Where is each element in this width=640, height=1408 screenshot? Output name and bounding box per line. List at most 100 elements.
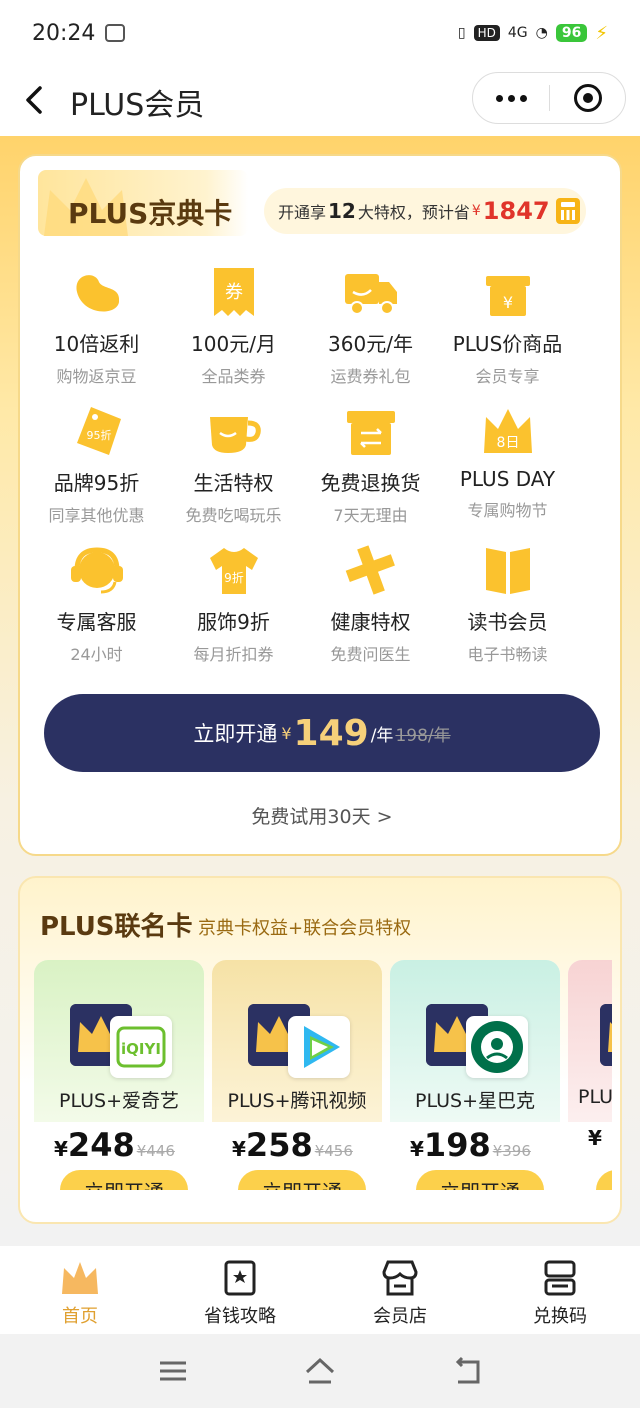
benefit-item[interactable]: 读书会员 电子书畅读 <box>439 542 576 681</box>
network-signal-icon: 4G <box>507 25 528 41</box>
close-mini-program-button[interactable] <box>550 84 625 112</box>
gift-box-icon: ¥ <box>485 276 530 316</box>
benefit-title: 专属客服 <box>56 610 137 634</box>
benefit-item[interactable]: 9折 服饰9折 每月折扣券 <box>165 542 302 681</box>
svg-text:8日: 8日 <box>496 435 519 451</box>
benefit-item[interactable]: ¥ PLUS价商品 会员专享 <box>439 264 576 403</box>
dot-icon <box>495 94 503 102</box>
truck-icon <box>344 274 397 315</box>
tab-label: 会员店 <box>373 1306 427 1327</box>
svg-text:9折: 9折 <box>224 570 244 585</box>
open-button-original-price: 198/年 <box>395 725 451 746</box>
open-button-yen: ¥ <box>281 723 292 743</box>
more-options-button[interactable] <box>473 73 549 123</box>
dot-icon <box>519 94 527 102</box>
joint-card-open-button[interactable]: 立即开通 <box>238 1170 366 1190</box>
joint-card-name: PLUS+星巴克 <box>415 1090 535 1112</box>
tab-saving-guide[interactable]: 省钱攻略 <box>160 1246 320 1334</box>
tencent-video-logo-icon <box>288 1016 350 1078</box>
joint-section-subtitle: 京典卡权益+联合会员特权 <box>198 918 412 939</box>
joint-card-original-price: ¥396 <box>492 1142 531 1160</box>
joint-card[interactable]: iQIYI PLUS+爱奇艺 ¥248¥446 立即开通 <box>34 960 204 1190</box>
benefit-item[interactable]: 券 100元/月 全品类券 <box>165 264 302 403</box>
vibrate-icon: ▯ <box>457 25 466 41</box>
joint-card-price: ¥ <box>588 1126 602 1150</box>
open-button-unit: /年 <box>370 725 394 746</box>
benefit-item[interactable]: 360元/年 运费券礼包 <box>302 264 439 403</box>
health-cross-icon <box>345 545 395 595</box>
svg-text:券: 券 <box>225 282 243 303</box>
nav-bar: PLUS会员 <box>0 66 640 136</box>
joint-card-open-button[interactable] <box>596 1170 612 1190</box>
return-box-icon <box>346 411 395 455</box>
back-arrow-icon[interactable] <box>20 82 52 118</box>
guide-book-icon <box>224 1260 256 1296</box>
savings-amount: 1847 <box>482 197 550 225</box>
joint-card-name: PLUS+腾讯视频 <box>227 1090 367 1112</box>
joint-card-open-button[interactable]: 立即开通 <box>416 1170 544 1190</box>
bottom-tab-bar: 首页 省钱攻略 会员店 兑换码 <box>0 1246 640 1334</box>
benefit-item[interactable]: 生活特权 免费吃喝玩乐 <box>165 403 302 542</box>
joint-card-open-button[interactable]: 立即开通 <box>60 1170 188 1190</box>
benefit-subtitle: 免费问医生 <box>330 645 411 664</box>
target-icon <box>573 84 602 112</box>
benefit-subtitle: 电子书畅读 <box>467 645 548 664</box>
benefit-title: PLUS价商品 <box>452 332 563 356</box>
joint-card-original-price: ¥446 <box>136 1142 175 1160</box>
joint-card-name: PLU <box>578 1086 612 1108</box>
joint-card[interactable]: PLUS+星巴克 ¥198¥396 立即开通 <box>390 960 560 1190</box>
benefit-item[interactable]: 免费退换货 7天无理由 <box>302 403 439 542</box>
status-icons: ▯ HD 4G ◔ 96 ⚡ <box>458 23 608 44</box>
joint-card[interactable]: PLUS+腾讯视频 ¥258¥456 立即开通 <box>212 960 382 1190</box>
benefit-subtitle: 7天无理由 <box>333 506 408 525</box>
benefit-title: 360元/年 <box>328 332 413 356</box>
book-icon <box>485 548 530 594</box>
menu-icon[interactable] <box>156 1356 190 1386</box>
benefit-item[interactable]: 健康特权 免费问医生 <box>302 542 439 681</box>
screenshot-icon <box>105 24 126 42</box>
benefit-title: 100元/月 <box>191 332 276 356</box>
benefit-subtitle: 全品类券 <box>201 367 266 386</box>
joint-card-carousel[interactable]: iQIYI PLUS+爱奇艺 ¥248¥446 立即开通 PLUS+腾讯视频 ¥… <box>34 960 612 1200</box>
benefit-subtitle: 购物返京豆 <box>56 367 137 386</box>
benefit-subtitle: 免费吃喝玩乐 <box>185 506 282 525</box>
joint-card-price: ¥198 ¥396 <box>410 1126 531 1164</box>
tab-label: 兑换码 <box>533 1306 587 1327</box>
tab-member-store[interactable]: 会员店 <box>320 1246 480 1334</box>
savings-estimate[interactable]: 开通享 12 大特权，预计省 ¥ 1847 <box>264 188 586 234</box>
benefit-item[interactable]: 95折 品牌95折 同享其他优惠 <box>28 403 165 542</box>
plus-crown-logo-icon <box>600 1004 612 1066</box>
discount-tag-icon: 95折 <box>76 407 121 455</box>
benefit-title: 10倍返利 <box>53 332 140 356</box>
benefit-subtitle: 运费券礼包 <box>330 367 411 386</box>
open-membership-button[interactable]: 立即开通 ¥ 149 /年 198/年 <box>44 694 600 772</box>
wifi-icon: ◔ <box>535 25 548 41</box>
calculator-icon <box>555 198 580 224</box>
benefit-subtitle: 同享其他优惠 <box>48 506 145 525</box>
joint-card[interactable]: PLU ¥ <box>568 960 612 1190</box>
benefit-title: 品牌95折 <box>53 471 140 495</box>
svg-text:95折: 95折 <box>86 428 111 442</box>
svg-text:¥: ¥ <box>502 293 512 312</box>
tab-redeem-code[interactable]: 兑换码 <box>480 1246 640 1334</box>
iqiyi-logo-icon: iQIYI <box>110 1016 172 1078</box>
joint-card-price: ¥248 ¥446 <box>54 1126 175 1164</box>
benefit-item[interactable]: 专属客服 24小时 <box>28 542 165 681</box>
joint-card-yen: ¥ <box>232 1137 246 1161</box>
home-icon[interactable] <box>303 1356 337 1386</box>
crown-day-icon: 8日 <box>483 409 532 453</box>
benefit-item[interactable]: 10倍返利 购物返京豆 <box>28 264 165 403</box>
back-icon[interactable] <box>450 1356 484 1386</box>
joint-section-title: PLUS联名卡 <box>40 912 193 942</box>
benefit-subtitle: 会员专享 <box>475 367 540 386</box>
free-trial-link[interactable]: 免费试用30天 > <box>20 802 620 829</box>
joint-card-section: PLUS联名卡 京典卡权益+联合会员特权 iQIYI PLUS+爱奇艺 ¥248… <box>18 876 622 1224</box>
savings-yen: ¥ <box>471 203 481 219</box>
joint-card-price: ¥258 ¥456 <box>232 1126 353 1164</box>
bean-icon <box>76 275 119 312</box>
joint-card-price-value: 248 <box>67 1126 135 1164</box>
tab-home[interactable]: 首页 <box>0 1246 160 1334</box>
benefit-item[interactable]: 8日 PLUS DAY 专属购物节 <box>439 403 576 542</box>
plus-card: PLUS京典卡 开通享 12 大特权，预计省 ¥ 1847 10倍返利 购物返京… <box>18 154 622 856</box>
page-title: PLUS会员 <box>70 88 205 123</box>
